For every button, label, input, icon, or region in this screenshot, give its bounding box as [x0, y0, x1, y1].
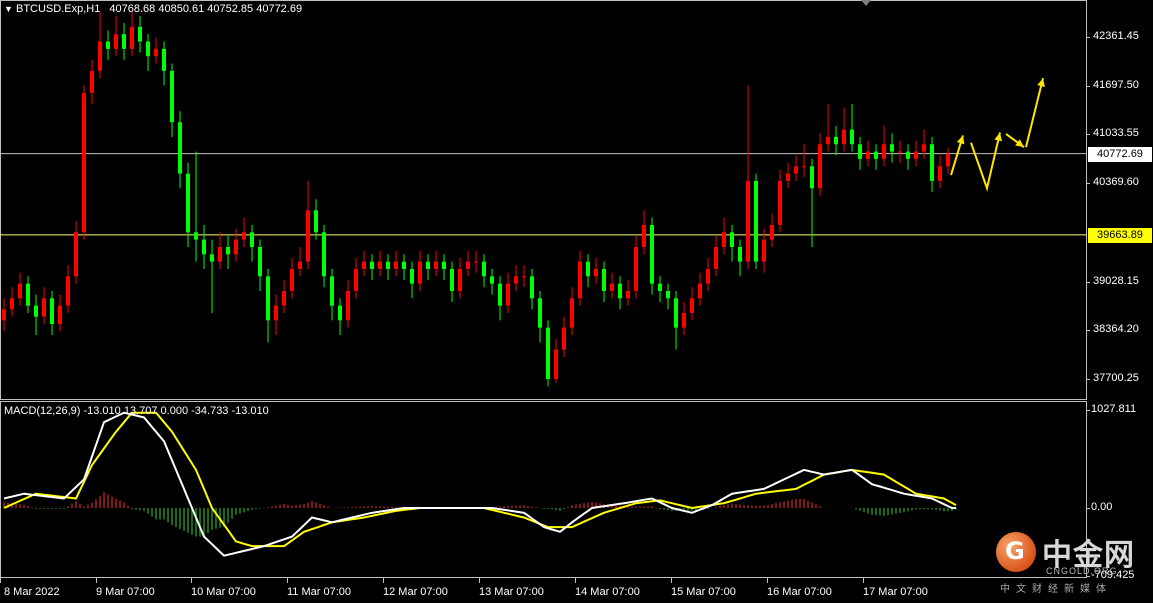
time-label: 8 Mar 2022	[4, 586, 60, 598]
time-label: 11 Mar 07:00	[287, 586, 352, 598]
time-label: 12 Mar 07:00	[383, 586, 448, 598]
macd-main-line	[3, 411, 956, 557]
time-tick	[479, 578, 480, 583]
price-axis-label: 37700.25	[1093, 372, 1139, 384]
macd-axis-tick	[1086, 410, 1090, 411]
time-tick	[287, 578, 288, 583]
price-axis-label: 42361.45	[1093, 30, 1139, 42]
time-label: 16 Mar 07:00	[767, 586, 832, 598]
macd-axis-label: 1027.811	[1091, 403, 1137, 415]
price-axis-label: 39028.15	[1093, 274, 1139, 287]
time-tick	[191, 578, 192, 583]
time-label: 14 Mar 07:00	[575, 586, 640, 598]
price-axis-label: 41697.50	[1093, 78, 1139, 91]
time-label: 9 Mar 07:00	[96, 586, 155, 598]
time-tick	[671, 578, 672, 583]
time-tick	[383, 578, 384, 583]
macd-axis-label: 0.00	[1091, 501, 1113, 513]
last-price-tag: 40772.69	[1088, 146, 1152, 162]
time-label: 13 Mar 07:00	[479, 586, 544, 598]
watermark-slogan: 中文财经新媒体	[1000, 584, 1112, 595]
time-label: 15 Mar 07:00	[671, 586, 736, 598]
price-axis-label: 41033.55	[1093, 127, 1139, 140]
macd-signal-line	[3, 411, 957, 548]
coin-logo-icon: G	[996, 532, 1036, 572]
price-axis-tick	[1086, 281, 1090, 283]
time-tick	[767, 578, 768, 583]
time-tick	[575, 578, 576, 583]
price-axis-tick	[1086, 37, 1090, 38]
time-label: 17 Mar 07:00	[863, 586, 928, 598]
time-tick	[863, 578, 864, 583]
macd-header: MACD(12,26,9) -13.010 13.707 0.000 -34.7…	[4, 405, 269, 417]
watermark-domain: CNGOLD.ORG	[1046, 566, 1118, 576]
time-tick	[0, 578, 1, 583]
price-axis-tick	[1086, 183, 1090, 185]
price-axis-tick	[1086, 330, 1090, 332]
macd-axis-tick	[1086, 508, 1090, 509]
price-axis-label: 40369.60	[1093, 176, 1139, 189]
price-axis-tick	[1086, 134, 1090, 136]
price-axis-tick	[1086, 85, 1090, 87]
time-tick	[96, 578, 97, 583]
time-label: 10 Mar 07:00	[191, 586, 256, 598]
level-price-tag: 39663.89	[1088, 227, 1152, 243]
cngold-watermark: G 中金网 CNGOLD.ORG 中文财经新媒体	[988, 528, 1153, 603]
macd-canvas	[3, 411, 957, 557]
price-axis-label: 38364.20	[1093, 323, 1139, 336]
price-axis-tick	[1086, 379, 1090, 380]
